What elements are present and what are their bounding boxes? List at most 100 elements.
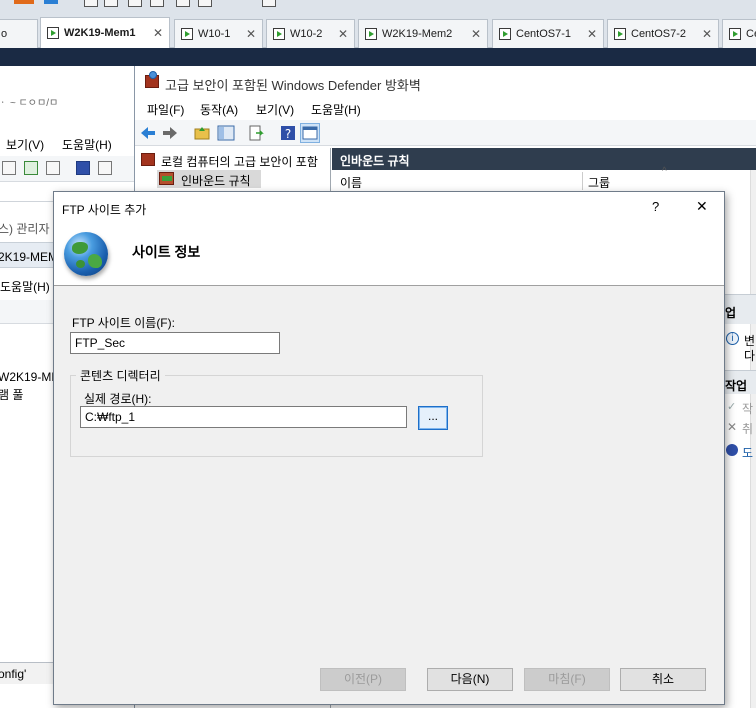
cancel-button[interactable]: 취소 — [620, 668, 706, 691]
site-name-label: FTP 사이트 이름(F): — [72, 316, 175, 330]
firewall-title-bar: 고급 보안이 포함된 Windows Defender 방화벽 — [135, 66, 756, 98]
help-button[interactable]: ? — [652, 199, 659, 214]
vm-running-icon — [273, 28, 285, 40]
action-item-help[interactable]: 도 — [742, 444, 753, 461]
column-header-group[interactable]: 그룹 — [588, 174, 610, 190]
browse-button[interactable]: ... — [418, 406, 448, 430]
vm-tab-label: Ce — [746, 28, 756, 40]
vm-tab-w2k19-mem1[interactable]: W2K19-Mem1 ✕ — [40, 17, 170, 48]
vm-running-icon — [614, 28, 626, 40]
vm-running-icon — [365, 28, 377, 40]
menu-view[interactable]: 보기(V) — [256, 101, 294, 118]
menu-view[interactable]: 보기(V) — [6, 136, 44, 153]
svg-text:?: ? — [285, 127, 291, 141]
close-icon[interactable]: ✕ — [147, 26, 163, 40]
toolbar — [0, 156, 135, 182]
tree-root-item[interactable]: 로컬 컴퓨터의 고급 보안이 포함 — [161, 153, 318, 170]
menu-help[interactable]: 도움말(H) — [311, 101, 361, 118]
vm-tab-bar: o W2K19-Mem1 ✕ W10-1 ✕ W10-2 ✕ W2K19-Mem… — [0, 0, 756, 48]
next-button[interactable]: 다음(N) — [427, 668, 513, 691]
sort-caret-icon: ^ — [662, 166, 667, 177]
vm-running-icon — [181, 28, 193, 40]
close-icon[interactable]: ✕ — [332, 27, 348, 41]
action-item[interactable]: 다 — [744, 347, 755, 364]
vm-tab-label: W2K19-Mem1 — [64, 27, 136, 39]
toolbar-button[interactable] — [84, 0, 98, 7]
info-icon: i — [726, 332, 739, 345]
vm-tab-w10-2[interactable]: W10-2 ✕ — [266, 19, 355, 48]
toolbar-button[interactable] — [262, 0, 276, 7]
desktop-background — [0, 48, 756, 66]
check-icon: ✓ — [727, 401, 737, 413]
refresh-icon[interactable] — [24, 161, 38, 175]
vm-tab-label: W10-2 — [290, 28, 323, 40]
vm-tab-label: W10-1 — [198, 28, 231, 40]
page-title: 사이트 정보 — [132, 244, 201, 260]
tree-item-inbound-selected[interactable]: 인바운드 규칙 — [157, 170, 261, 188]
forward-arrow-icon[interactable] — [44, 0, 58, 4]
back-arrow-icon[interactable] — [14, 0, 34, 4]
vm-tab-label: W2K19-Mem2 — [382, 28, 453, 40]
vm-tab-label: o — [1, 28, 8, 40]
forward-arrow-icon[interactable] — [161, 124, 179, 142]
vm-tab[interactable]: Ce — [722, 19, 756, 48]
toolbar-button[interactable] — [150, 0, 164, 7]
firewall-title: 고급 보안이 포함된 Windows Defender 방화벽 — [165, 78, 421, 93]
up-folder-icon[interactable] — [193, 124, 211, 142]
toolbar-button[interactable] — [176, 0, 190, 7]
firewall-icon — [141, 153, 155, 166]
scrollbar[interactable] — [750, 170, 756, 708]
back-arrow-icon[interactable] — [139, 124, 157, 142]
site-name-input[interactable]: FTP_Sec — [70, 332, 280, 354]
column-header-name[interactable]: 이름 — [340, 174, 362, 190]
firewall-toolbar: ? — [135, 120, 756, 146]
close-icon[interactable]: ✕ — [696, 27, 712, 41]
export-icon[interactable] — [46, 161, 60, 175]
properties-view-icon[interactable] — [300, 123, 320, 143]
action-item-disabled: 취 — [742, 422, 754, 436]
menu-file[interactable]: 파일(F) — [147, 101, 184, 118]
vm-running-icon — [729, 28, 741, 40]
close-icon[interactable]: ✕ — [581, 27, 597, 41]
toolbar-button[interactable] — [104, 0, 118, 7]
vm-tab-centos7-1[interactable]: CentOS7-1 ✕ — [492, 19, 604, 48]
close-icon[interactable]: ✕ — [240, 27, 256, 41]
close-icon[interactable]: ✕ — [465, 27, 481, 41]
toolbar-icon[interactable] — [2, 161, 16, 175]
tree-item-server[interactable]: W2K19-ME — [0, 370, 59, 384]
menu-help[interactable]: 도움말(H) — [62, 136, 112, 153]
node-name-partial: 2K19-MEM — [0, 250, 59, 264]
help-icon[interactable] — [76, 161, 90, 175]
show-tree-icon[interactable] — [217, 124, 235, 142]
action-item-disabled: 작 — [742, 402, 754, 416]
ftp-add-site-dialog: FTP 사이트 추가 ? ✕ 사이트 정보 FTP 사이트 이름(F): FTP… — [53, 191, 725, 705]
vm-tab-label: CentOS7-2 — [631, 28, 687, 40]
physical-path-input[interactable]: C:₩ftp_1 — [80, 406, 407, 428]
actions-section-2: 작업 — [725, 370, 756, 394]
tree-item-app-pool[interactable]: 램 풀 — [0, 386, 23, 403]
menu-action[interactable]: 동작(A) — [200, 101, 238, 118]
console-title-partial: 스) 관리자 — [0, 222, 50, 236]
firewall-icon — [145, 71, 159, 88]
faded-menu: ㆍ ~ ㄷㅇㅁ/ㅁ — [0, 98, 59, 109]
help-icon[interactable]: ? — [279, 124, 297, 142]
previous-button[interactable]: 이전(P) — [320, 668, 406, 691]
dialog-title-bar: FTP 사이트 추가 ? ✕ — [54, 192, 724, 222]
vm-tab-w2k19-mem2[interactable]: W2K19-Mem2 ✕ — [358, 19, 488, 48]
cancel-x-icon: ✕ — [727, 420, 738, 434]
actions-header-partial: 업 — [725, 306, 737, 320]
vm-tab-w10-1[interactable]: W10-1 ✕ — [174, 19, 263, 48]
console-toolbar — [0, 0, 300, 8]
export-list-icon[interactable] — [247, 124, 265, 142]
dialog-header: 사이트 정보 — [54, 222, 724, 286]
close-button[interactable]: ✕ — [696, 198, 708, 215]
finish-button[interactable]: 마침(F) — [524, 668, 610, 691]
vm-tab-centos7-2[interactable]: CentOS7-2 ✕ — [607, 19, 719, 48]
status-text: onfig' — [0, 667, 27, 681]
view-icon[interactable] — [98, 161, 112, 175]
actions-header-2-partial: 작업 — [725, 379, 748, 393]
vm-tab[interactable]: o — [0, 19, 38, 48]
toolbar-button[interactable] — [198, 0, 212, 7]
toolbar-button[interactable] — [128, 0, 142, 7]
menu-help-2[interactable]: 도움말(H) — [0, 278, 50, 295]
